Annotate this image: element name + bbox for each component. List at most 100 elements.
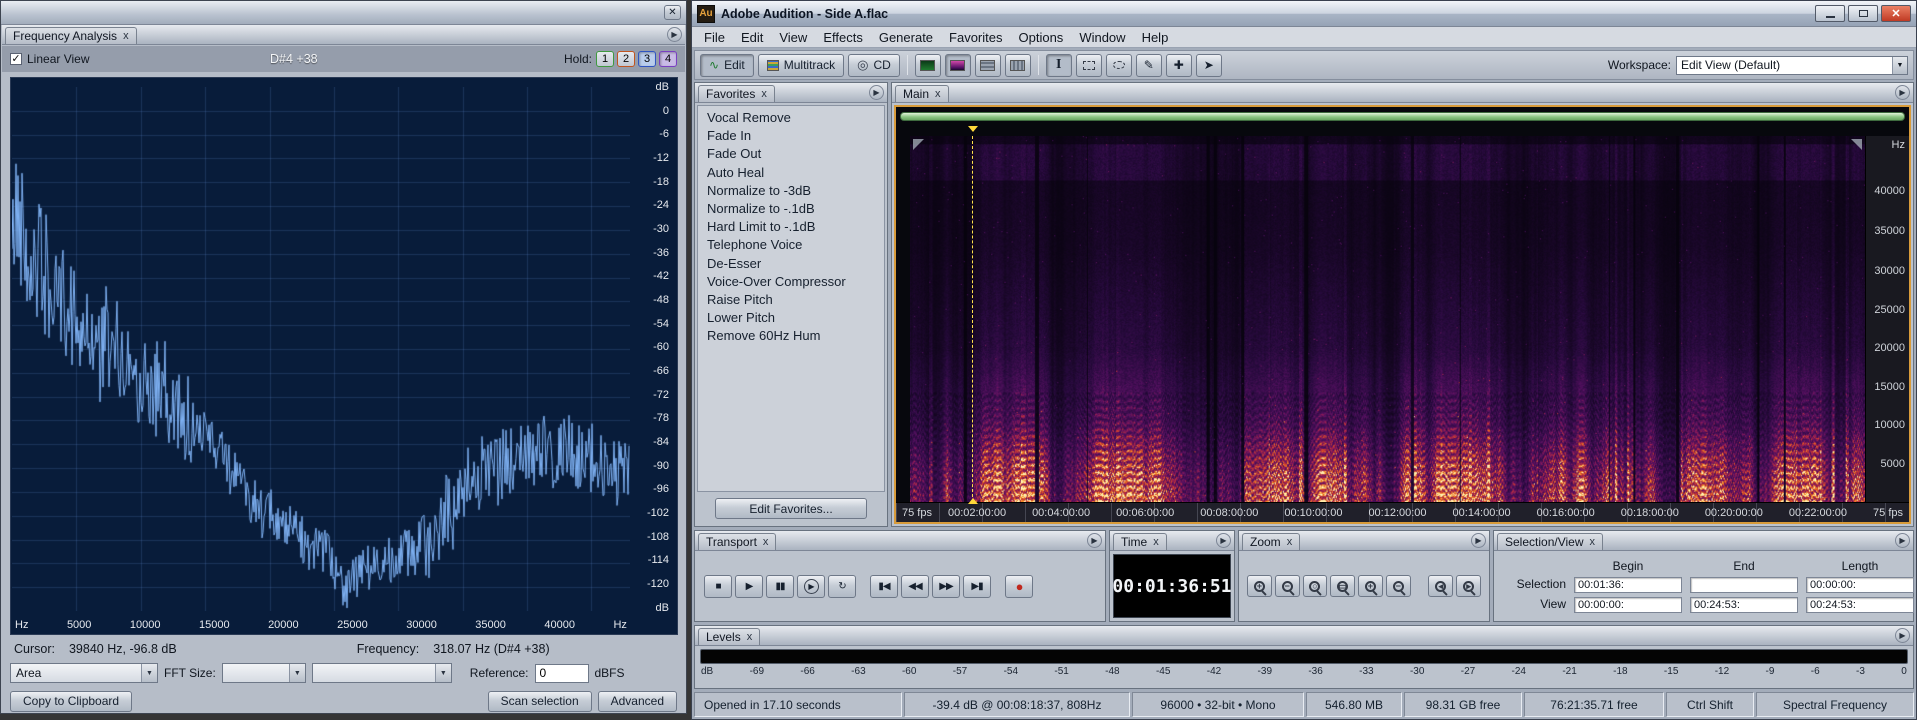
timeline-ruler[interactable]: 75 fps 00:02:00:0000:04:00:0000:06:00:00… bbox=[896, 502, 1909, 522]
tab-close-icon[interactable]: x bbox=[935, 89, 941, 100]
tab-close-icon[interactable]: x bbox=[763, 537, 769, 548]
zoom-to-left-edge-button[interactable]: ◂ bbox=[1428, 575, 1453, 597]
marquee-selection-tool-button[interactable] bbox=[1076, 54, 1102, 77]
waveform-display-button[interactable] bbox=[915, 54, 941, 77]
menu-item[interactable]: Help bbox=[1134, 29, 1177, 46]
record-button[interactable]: ● bbox=[1005, 575, 1033, 598]
play-from-cursor-button[interactable]: ▶ bbox=[797, 575, 825, 598]
tab-selection-view[interactable]: Selection/View x bbox=[1497, 533, 1603, 550]
horizontal-range-bar[interactable] bbox=[900, 112, 1905, 121]
panel-menu-icon[interactable]: ▶ bbox=[667, 27, 682, 42]
menu-item[interactable]: Generate bbox=[871, 29, 941, 46]
lasso-selection-tool-button[interactable] bbox=[1106, 54, 1132, 77]
favorites-item[interactable]: Normalize to -3dB bbox=[698, 182, 884, 200]
zoom-in-vertical-button[interactable]: + bbox=[1358, 575, 1383, 597]
menu-item[interactable]: Options bbox=[1011, 29, 1072, 46]
tab-close-icon[interactable]: x bbox=[1590, 537, 1596, 548]
tab-favorites[interactable]: Favorites x bbox=[698, 85, 775, 102]
play-looped-button[interactable]: ↻ bbox=[828, 575, 856, 598]
fft-size-select[interactable]: ▼ bbox=[222, 663, 306, 683]
fft-window-select[interactable]: ▼ bbox=[312, 663, 452, 683]
tab-levels[interactable]: Levels x bbox=[698, 628, 760, 645]
tab-main[interactable]: Main x bbox=[895, 85, 949, 102]
favorites-item[interactable]: Raise Pitch bbox=[698, 291, 884, 309]
frequency-analysis-titlebar[interactable]: ✕ bbox=[1, 1, 686, 25]
zoom-out-vertical-button[interactable]: − bbox=[1386, 575, 1411, 597]
favorites-item[interactable]: Hard Limit to -.1dB bbox=[698, 218, 884, 236]
tab-close-icon[interactable]: x bbox=[761, 89, 767, 100]
menu-item[interactable]: Favorites bbox=[941, 29, 1010, 46]
favorites-item[interactable]: Normalize to -.1dB bbox=[698, 200, 884, 218]
view-begin-field[interactable]: 00:00:00: bbox=[1574, 597, 1682, 613]
selection-begin-field[interactable]: 00:01:36: bbox=[1574, 577, 1682, 593]
menu-item[interactable]: View bbox=[771, 29, 815, 46]
tab-zoom[interactable]: Zoom x bbox=[1242, 533, 1300, 550]
panel-menu-icon[interactable]: ▶ bbox=[1087, 533, 1102, 548]
tab-close-icon[interactable]: x bbox=[1287, 537, 1293, 548]
menu-item[interactable]: File bbox=[696, 29, 733, 46]
frequency-ruler[interactable]: Hz 4000035000300002500020000150001000050… bbox=[1865, 136, 1909, 502]
favorites-item[interactable]: Vocal Remove bbox=[698, 109, 884, 127]
fast-forward-button[interactable]: ▶▶ bbox=[932, 575, 960, 598]
panel-menu-icon[interactable]: ▶ bbox=[1895, 533, 1910, 548]
scan-selection-button[interactable]: Scan selection bbox=[488, 691, 592, 712]
go-to-end-button[interactable]: ▶▮ bbox=[963, 575, 991, 598]
favorites-item[interactable]: Auto Heal bbox=[698, 164, 884, 182]
menu-item[interactable]: Window bbox=[1071, 29, 1133, 46]
favorites-item[interactable]: Fade Out bbox=[698, 145, 884, 163]
favorites-item[interactable]: De-Esser bbox=[698, 255, 884, 273]
workspace-select[interactable]: Edit View (Default) ▼ bbox=[1676, 56, 1908, 75]
advanced-button[interactable]: Advanced bbox=[598, 691, 677, 712]
playhead[interactable] bbox=[972, 136, 973, 502]
effects-paintbrush-tool-button[interactable]: ✎ bbox=[1136, 54, 1162, 77]
panel-menu-icon[interactable]: ▶ bbox=[1895, 85, 1910, 100]
favorites-item[interactable]: Voice-Over Compressor bbox=[698, 273, 884, 291]
close-button[interactable]: ✕ bbox=[1881, 5, 1911, 22]
pause-button[interactable]: ▮▮ bbox=[766, 575, 794, 598]
hold-button[interactable]: 2 bbox=[617, 51, 635, 67]
menu-item[interactable]: Edit bbox=[733, 29, 771, 46]
panel-menu-icon[interactable]: ▶ bbox=[1216, 533, 1231, 548]
selection-length-field[interactable]: 00:00:00: bbox=[1806, 577, 1914, 593]
multitrack-view-button[interactable]: Multitrack bbox=[758, 54, 844, 77]
edit-favorites-button[interactable]: Edit Favorites... bbox=[715, 498, 867, 519]
tab-close-icon[interactable]: x bbox=[123, 31, 129, 42]
scrub-tool-button[interactable]: ➤ bbox=[1196, 54, 1222, 77]
favorites-item[interactable]: Remove 60Hz Hum bbox=[698, 327, 884, 345]
title-bar[interactable]: Au Adobe Audition - Side A.flac ✕ bbox=[692, 1, 1916, 27]
zoom-to-right-edge-button[interactable]: ▸ bbox=[1456, 575, 1481, 597]
selection-end-field[interactable] bbox=[1690, 577, 1798, 593]
spectrum-plot[interactable] bbox=[12, 87, 630, 611]
minimize-button[interactable] bbox=[1815, 5, 1845, 22]
favorites-item[interactable]: Lower Pitch bbox=[698, 309, 884, 327]
favorites-item[interactable]: Fade In bbox=[698, 127, 884, 145]
rewind-button[interactable]: ◀◀ bbox=[901, 575, 929, 598]
tab-transport[interactable]: Transport x bbox=[698, 533, 776, 550]
linear-view-checkbox[interactable]: ✓ Linear View bbox=[10, 52, 89, 66]
panel-menu-icon[interactable]: ▶ bbox=[1895, 628, 1910, 643]
tab-close-icon[interactable]: x bbox=[747, 632, 753, 643]
play-button[interactable]: ▶ bbox=[735, 575, 763, 598]
close-icon[interactable]: ✕ bbox=[664, 5, 681, 20]
hold-button[interactable]: 4 bbox=[659, 51, 677, 67]
zoom-in-horizontal-button[interactable]: + bbox=[1247, 575, 1272, 597]
favorites-item[interactable]: Telephone Voice bbox=[698, 236, 884, 254]
spot-healing-brush-tool-button[interactable]: ✚ bbox=[1166, 54, 1192, 77]
hold-button[interactable]: 3 bbox=[638, 51, 656, 67]
area-select[interactable]: Area ▼ bbox=[10, 663, 158, 683]
menu-item[interactable]: Effects bbox=[815, 29, 871, 46]
level-meter[interactable] bbox=[700, 649, 1908, 664]
spectral-phase-display-button[interactable] bbox=[1005, 54, 1031, 77]
spectrogram[interactable] bbox=[910, 136, 1865, 502]
tab-close-icon[interactable]: x bbox=[1153, 537, 1159, 548]
stop-button[interactable]: ■ bbox=[704, 575, 732, 598]
go-to-beginning-button[interactable]: ▮◀ bbox=[870, 575, 898, 598]
spectrogram-canvas[interactable] bbox=[910, 136, 1865, 502]
view-end-field[interactable]: 00:24:53: bbox=[1690, 597, 1798, 613]
copy-to-clipboard-button[interactable]: Copy to Clipboard bbox=[10, 691, 132, 712]
edit-view-button[interactable]: ∿ Edit bbox=[700, 54, 754, 77]
panel-menu-icon[interactable]: ▶ bbox=[869, 85, 884, 100]
time-selection-tool-button[interactable]: I bbox=[1046, 54, 1072, 77]
view-length-field[interactable]: 00:24:53: bbox=[1806, 597, 1914, 613]
reference-input[interactable] bbox=[535, 664, 589, 683]
